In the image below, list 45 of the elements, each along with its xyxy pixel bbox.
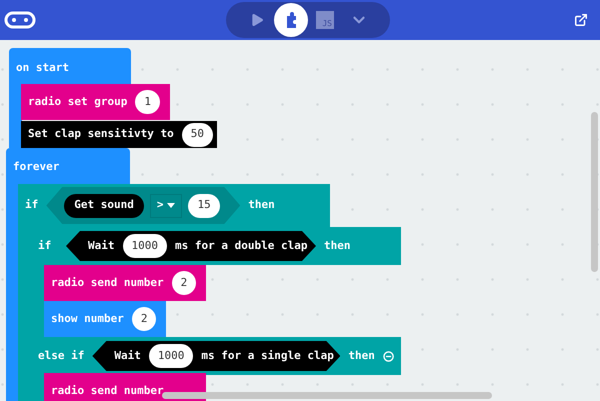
block-label: if bbox=[25, 197, 38, 214]
block-label: radio send number bbox=[51, 274, 164, 291]
code-block[interactable]: radio send number 2 bbox=[44, 265, 206, 301]
block-label: then bbox=[348, 348, 375, 364]
code-block[interactable]: else if Wait 1000 ms for a single clap then bbox=[31, 337, 401, 375]
number-field[interactable]: 1000 bbox=[122, 234, 167, 258]
number-field[interactable]: 15 bbox=[188, 194, 220, 218]
block-label: on start bbox=[16, 60, 69, 76]
block-label: forever bbox=[13, 159, 60, 175]
block-label: Wait bbox=[88, 238, 114, 254]
reporter-block[interactable]: Get sound bbox=[64, 194, 144, 218]
block-label: ms for a double clap bbox=[175, 238, 308, 254]
popout-icon bbox=[574, 13, 588, 27]
block-label: else if bbox=[38, 348, 84, 364]
number-field[interactable]: 50 bbox=[182, 122, 213, 146]
block-label: ms for a single clap bbox=[201, 348, 334, 364]
block-label: Wait bbox=[114, 348, 141, 364]
condition-block[interactable]: Wait 1000 ms for a single clap bbox=[92, 341, 340, 371]
board-logo-icon bbox=[4, 11, 36, 29]
code-block[interactable]: Set clap sensitivty to 50 bbox=[21, 121, 217, 148]
condition-block[interactable]: Get sound > 15 bbox=[46, 187, 240, 224]
popout-button[interactable] bbox=[572, 11, 590, 29]
number-field[interactable]: 2 bbox=[172, 271, 196, 295]
condition-block[interactable]: Wait 1000 ms for a double clap bbox=[66, 231, 316, 261]
vertical-scrollbar[interactable] bbox=[591, 112, 598, 272]
code-block[interactable]: if Wait 1000 ms for a double clap then bbox=[31, 227, 401, 265]
operator-dropdown[interactable]: > bbox=[150, 194, 182, 218]
number-field[interactable]: 2 bbox=[132, 307, 156, 331]
puzzle-icon bbox=[284, 12, 298, 28]
caret-icon bbox=[167, 203, 176, 208]
block-label: then bbox=[324, 238, 350, 254]
block-label: then bbox=[248, 197, 275, 214]
blocks-button[interactable] bbox=[274, 3, 308, 37]
code-block[interactable]: show number 2 bbox=[44, 301, 166, 337]
block-label: radio set group bbox=[28, 94, 128, 110]
code-block[interactable]: radio send number bbox=[44, 373, 206, 401]
block-label: Set clap sensitivty to bbox=[28, 126, 174, 142]
block-label: show number bbox=[51, 310, 124, 327]
code-block[interactable]: radio set group 1 bbox=[21, 84, 170, 120]
number-field[interactable]: 1000 bbox=[148, 344, 194, 368]
horizontal-scrollbar[interactable] bbox=[162, 392, 492, 399]
block-label: if bbox=[38, 238, 52, 252]
number-field[interactable]: 1 bbox=[135, 90, 160, 114]
block-label: radio send number bbox=[51, 382, 164, 399]
code-block[interactable]: if Get sound > 15 then bbox=[18, 184, 330, 227]
